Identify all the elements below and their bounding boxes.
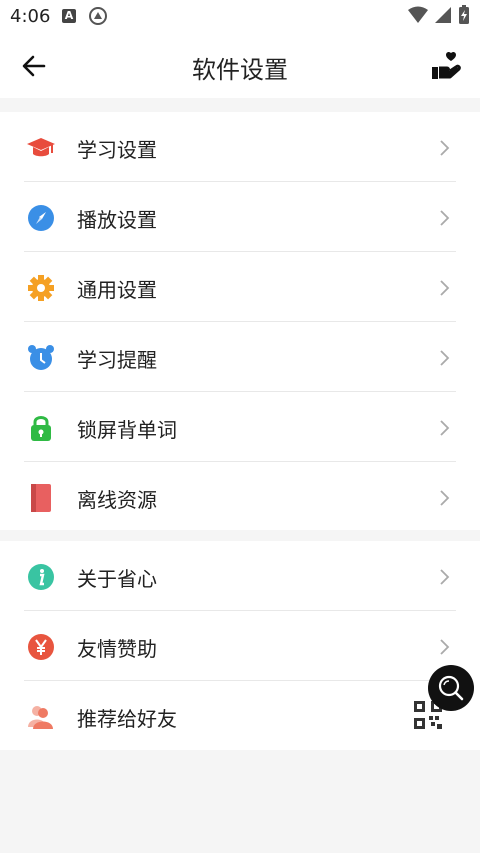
- search-icon: [438, 675, 464, 701]
- app-bar: 软件设置: [0, 34, 480, 98]
- settings-group-main: 学习设置 播放设置 通用设置 学习提醒 锁屏背单词 离线资源: [0, 112, 480, 530]
- info-icon: [26, 563, 56, 591]
- chevron-right-icon: [438, 348, 452, 368]
- yen-icon: [26, 633, 56, 661]
- row-lockscreen-words[interactable]: 锁屏背单词: [0, 392, 480, 462]
- floating-search-button[interactable]: [428, 665, 474, 711]
- row-about[interactable]: 关于省心: [0, 541, 480, 611]
- battery-icon: [458, 5, 470, 29]
- row-playback-settings[interactable]: 播放设置: [0, 182, 480, 252]
- chevron-right-icon: [438, 138, 452, 158]
- row-label: 学习提醒: [77, 348, 157, 372]
- row-label: 关于省心: [77, 567, 157, 591]
- status-bar: 4:06 A: [0, 0, 480, 34]
- row-label: 离线资源: [77, 488, 157, 512]
- gear-icon: [26, 274, 56, 302]
- lock-icon: [26, 414, 56, 442]
- row-label: 锁屏背单词: [77, 418, 177, 442]
- chevron-right-icon: [438, 208, 452, 228]
- row-study-reminder[interactable]: 学习提醒: [0, 322, 480, 392]
- chevron-right-icon: [438, 567, 452, 587]
- graduation-cap-icon: [26, 134, 56, 162]
- compass-icon: [26, 204, 56, 232]
- status-app-icon: [88, 6, 108, 30]
- status-a-icon: A: [62, 9, 76, 23]
- row-offline-resources[interactable]: 离线资源: [0, 462, 480, 532]
- row-label: 播放设置: [77, 208, 157, 232]
- status-time: 4:06: [10, 6, 51, 27]
- people-icon: [26, 703, 56, 731]
- signal-icon: [434, 6, 452, 28]
- chevron-right-icon: [438, 418, 452, 438]
- row-label: 学习设置: [77, 138, 157, 162]
- page-title: 软件设置: [192, 56, 288, 84]
- row-recommend-friends[interactable]: 推荐给好友: [0, 681, 480, 751]
- chevron-right-icon: [438, 278, 452, 298]
- book-icon: [26, 484, 56, 512]
- chevron-right-icon: [438, 637, 452, 657]
- row-general-settings[interactable]: 通用设置: [0, 252, 480, 322]
- row-label: 通用设置: [77, 278, 157, 302]
- alarm-clock-icon: [26, 344, 56, 372]
- row-label: 友情赞助: [77, 637, 157, 661]
- settings-group-about: 关于省心 友情赞助 推荐给好友: [0, 541, 480, 750]
- row-sponsor[interactable]: 友情赞助: [0, 611, 480, 681]
- donate-button[interactable]: [430, 50, 462, 82]
- chevron-right-icon: [438, 488, 452, 508]
- hand-heart-icon: [432, 51, 461, 79]
- row-study-settings[interactable]: 学习设置: [0, 112, 480, 182]
- row-label: 推荐给好友: [77, 707, 177, 731]
- wifi-icon: [408, 6, 428, 28]
